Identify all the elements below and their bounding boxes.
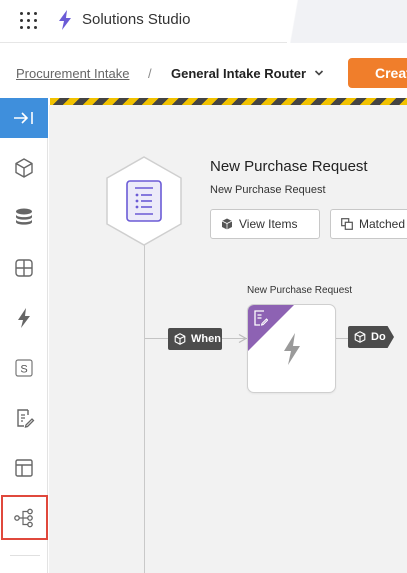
- cube-icon: [15, 158, 33, 178]
- connector-arrow-icon: [238, 334, 247, 343]
- apps-grid-icon[interactable]: [20, 12, 37, 29]
- database-icon: [16, 208, 32, 225]
- document-list-icon: [126, 180, 162, 222]
- view-items-button[interactable]: View Items: [210, 209, 320, 239]
- sidebar-item-templates[interactable]: [0, 444, 48, 492]
- edit-document-icon: [254, 310, 268, 326]
- do-tag[interactable]: Do: [348, 326, 394, 348]
- sidebar-item-data[interactable]: [0, 194, 48, 242]
- grid-icon: [15, 259, 33, 277]
- trigger-title: New Purchase Request: [210, 158, 368, 175]
- app-title[interactable]: Solutions Studio: [82, 11, 190, 28]
- create-button[interactable]: Create: [348, 58, 407, 88]
- top-bar-shade: [287, 0, 407, 43]
- expand-right-icon[interactable]: [0, 98, 48, 138]
- flow-canvas[interactable]: New Purchase Request New Purchase Reques…: [49, 105, 407, 573]
- connector-line-right: [336, 338, 348, 339]
- flow-trunk-line: [144, 245, 145, 573]
- breadcrumb-current[interactable]: General Intake Router: [171, 66, 306, 81]
- node-label: New Purchase Request: [247, 285, 353, 296]
- sidebar-divider: [10, 555, 40, 556]
- top-bar: Solutions Studio: [0, 0, 407, 43]
- layout-icon: [15, 459, 33, 477]
- copy-icon: [341, 218, 353, 230]
- breadcrumb-parent-link[interactable]: Procurement Intake: [16, 66, 129, 81]
- sidebar-item-automations[interactable]: [0, 294, 48, 342]
- edit-document-icon: [17, 409, 35, 428]
- when-label: When: [191, 333, 221, 345]
- lightning-icon: [284, 333, 300, 365]
- lightning-icon: [59, 10, 71, 30]
- cube-icon: [174, 333, 186, 345]
- when-tag[interactable]: When: [168, 328, 222, 350]
- sidebar-item-objects[interactable]: [0, 144, 48, 192]
- trigger-subtitle: New Purchase Request: [210, 184, 326, 196]
- cube-icon: [354, 331, 366, 343]
- view-items-label: View Items: [239, 217, 298, 231]
- s-badge-icon: S: [15, 359, 33, 377]
- matched-button[interactable]: Matched: [330, 209, 407, 239]
- breadcrumb: Procurement Intake / General Intake Rout…: [0, 44, 407, 98]
- sidebar-item-layout[interactable]: [0, 244, 48, 292]
- sidebar: S: [0, 98, 48, 573]
- s-badge-label: S: [20, 364, 27, 376]
- hazard-strip: [50, 98, 407, 105]
- cube-icon: [221, 218, 233, 230]
- action-node-card[interactable]: [247, 304, 336, 393]
- chevron-down-icon[interactable]: [314, 68, 324, 78]
- do-label: Do: [371, 331, 386, 343]
- breadcrumb-separator: /: [148, 66, 152, 81]
- lightning-icon: [18, 308, 30, 328]
- sidebar-item-forms[interactable]: [0, 394, 48, 442]
- sidebar-item-scripts[interactable]: S: [0, 344, 48, 392]
- sidebar-active-highlight: [1, 495, 48, 540]
- matched-label: Matched: [359, 217, 406, 231]
